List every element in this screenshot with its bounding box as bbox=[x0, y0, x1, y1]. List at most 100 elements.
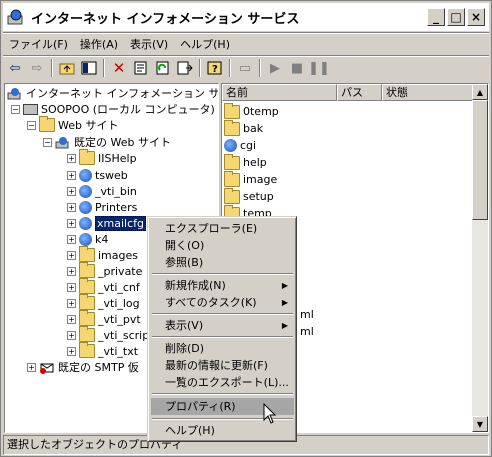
iis-root-icon bbox=[7, 86, 23, 100]
column-header-status[interactable]: 状態 bbox=[382, 84, 473, 101]
submenu-arrow-icon: ▶ bbox=[281, 321, 288, 330]
tree-item[interactable]: + _vti_bin bbox=[67, 183, 137, 199]
computer-icon[interactable]: ▭ bbox=[235, 58, 255, 78]
list-item-partial[interactable]: ml bbox=[300, 323, 314, 340]
help-icon[interactable]: ? bbox=[205, 58, 225, 78]
forward-arrow-icon[interactable]: ⇨ bbox=[27, 58, 47, 78]
tree-web-sites-label: Web サイト bbox=[58, 119, 119, 132]
menu-item-all-tasks[interactable]: すべてのタスク(K) ▶ bbox=[151, 294, 294, 311]
stop-icon[interactable]: ■ bbox=[287, 58, 307, 78]
list-item[interactable]: setup bbox=[224, 187, 274, 205]
minimize-button[interactable]: _ bbox=[427, 8, 445, 26]
menu-item-export-list[interactable]: 一覧のエクスポート(L)... bbox=[151, 374, 294, 391]
folder-icon bbox=[79, 262, 95, 278]
list-item[interactable]: 0temp bbox=[224, 102, 279, 120]
submenu-arrow-icon: ▶ bbox=[281, 281, 288, 290]
tree-smtp[interactable]: + 既定の SMTP 仮 bbox=[27, 359, 139, 375]
window-title: インターネット インフォメーション サービス bbox=[31, 11, 300, 27]
maximize-button[interactable]: □ bbox=[447, 8, 465, 26]
tree-item[interactable]: + _vti_cnf bbox=[67, 278, 140, 295]
tree-item[interactable]: + _vti_txt bbox=[67, 342, 138, 359]
menu-view[interactable]: 表示(V) bbox=[124, 36, 174, 52]
refresh-icon[interactable] bbox=[153, 58, 173, 78]
folder-icon bbox=[79, 278, 95, 294]
menu-file[interactable]: ファイル(F) bbox=[3, 36, 74, 52]
folder-icon bbox=[224, 187, 240, 204]
smtp-server-icon bbox=[39, 360, 55, 374]
delete-icon[interactable]: ✕ bbox=[109, 58, 129, 78]
list-item-partial[interactable]: ml bbox=[300, 306, 314, 323]
folder-icon bbox=[39, 116, 55, 132]
menu-separator bbox=[152, 313, 293, 315]
folder-icon bbox=[79, 326, 95, 342]
menu-item-browse[interactable]: 参照(B) bbox=[151, 254, 294, 271]
menu-item-open[interactable]: 開く(O) bbox=[151, 237, 294, 254]
tree-root[interactable]: インターネット インフォメーション サービス bbox=[7, 85, 218, 101]
svg-text:?: ? bbox=[212, 64, 218, 75]
tree-web-sites[interactable]: − Web サイト bbox=[27, 116, 119, 133]
list-item[interactable]: cgi bbox=[224, 137, 256, 154]
virtual-dir-icon bbox=[79, 168, 92, 182]
scroll-up-arrow-icon[interactable]: ▲ bbox=[472, 84, 488, 100]
tree-item[interactable]: + IISHelp bbox=[67, 149, 137, 166]
website-globe-icon bbox=[55, 135, 71, 149]
scroll-thumb[interactable] bbox=[472, 100, 488, 220]
menu-item-view[interactable]: 表示(V) ▶ bbox=[151, 317, 294, 334]
show-tree-icon[interactable] bbox=[79, 58, 99, 78]
folder-icon bbox=[224, 119, 240, 136]
menu-separator bbox=[152, 393, 293, 395]
computer-icon bbox=[23, 103, 38, 115]
tree-computer-label: SOOPOO (ローカル コンピュータ) bbox=[41, 103, 215, 116]
menu-item-explore[interactable]: エクスプローラ(E) bbox=[151, 220, 294, 237]
vertical-scrollbar[interactable]: ▲ ▼ bbox=[472, 84, 488, 432]
menu-item-refresh[interactable]: 最新の情報に更新(F) bbox=[151, 357, 294, 374]
folder-icon bbox=[79, 294, 95, 310]
tree-item[interactable]: + _vti_pvt bbox=[67, 310, 141, 327]
tree-item[interactable]: + _private bbox=[67, 262, 142, 279]
tree-item[interactable]: + tsweb bbox=[67, 167, 128, 183]
tree-item[interactable]: + Printers bbox=[67, 199, 137, 215]
collapse-icon[interactable]: − bbox=[27, 120, 36, 130]
scroll-track[interactable] bbox=[472, 220, 488, 416]
tree-item[interactable]: + k4 bbox=[67, 231, 108, 247]
menu-item-new[interactable]: 新規作成(N) ▶ bbox=[151, 277, 294, 294]
pause-icon[interactable]: ❚❚ bbox=[308, 58, 330, 78]
application-icon bbox=[79, 232, 92, 246]
title-bar[interactable]: インターネット インフォメーション サービス _ □ × bbox=[3, 3, 489, 31]
folder-icon bbox=[79, 246, 95, 262]
virtual-dir-icon bbox=[79, 184, 92, 198]
column-header-name[interactable]: 名前 bbox=[222, 84, 337, 101]
tree-item[interactable]: + images bbox=[67, 246, 138, 263]
column-header-path[interactable]: パス bbox=[337, 84, 382, 101]
virtual-dir-icon bbox=[79, 200, 92, 214]
menu-help[interactable]: ヘルプ(H) bbox=[174, 36, 236, 52]
tree-item[interactable]: + _vti_log bbox=[67, 294, 140, 311]
tree-default-site[interactable]: − 既定の Web サイト bbox=[43, 134, 171, 150]
menu-action[interactable]: 操作(A) bbox=[74, 36, 124, 52]
menu-separator bbox=[152, 336, 293, 338]
list-item[interactable]: bak bbox=[224, 119, 263, 137]
menu-item-delete[interactable]: 削除(D) bbox=[151, 340, 294, 357]
submenu-arrow-icon: ▶ bbox=[281, 298, 288, 307]
collapse-icon[interactable]: − bbox=[11, 104, 20, 114]
menu-separator bbox=[152, 273, 293, 275]
toolbar: ⇦ ⇨ ✕ ? ▭ ▶ ■ ❚❚ bbox=[5, 57, 330, 79]
tree-computer[interactable]: − SOOPOO (ローカル コンピュータ) bbox=[11, 101, 215, 117]
application-icon bbox=[224, 139, 237, 152]
list-item[interactable]: image bbox=[224, 170, 277, 188]
tree-item-selected[interactable]: + xmailcfg bbox=[67, 215, 146, 231]
tree-default-site-label: 既定の Web サイト bbox=[74, 136, 171, 149]
scroll-down-arrow-icon[interactable]: ▼ bbox=[472, 416, 488, 432]
start-icon[interactable]: ▶ bbox=[265, 58, 285, 78]
close-button[interactable]: × bbox=[467, 8, 485, 26]
back-arrow-icon[interactable]: ⇦ bbox=[5, 58, 25, 78]
properties-icon[interactable] bbox=[131, 58, 151, 78]
virtual-dir-icon bbox=[79, 216, 92, 230]
folder-icon bbox=[79, 149, 95, 165]
iis-app-icon bbox=[7, 8, 25, 26]
collapse-icon[interactable]: − bbox=[43, 137, 52, 147]
export-list-icon[interactable] bbox=[175, 58, 195, 78]
list-item[interactable]: help bbox=[224, 153, 267, 171]
up-folder-icon[interactable] bbox=[57, 58, 77, 78]
tree-item[interactable]: + _vti_script bbox=[67, 326, 154, 343]
